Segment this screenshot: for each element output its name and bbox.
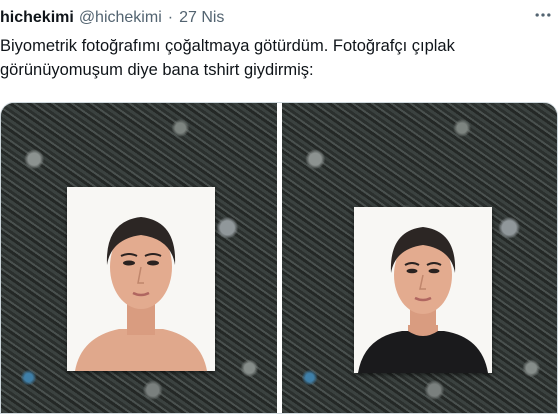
more-horizontal-icon bbox=[535, 13, 551, 17]
separator-dot: · bbox=[167, 9, 174, 26]
tweet-media-grid bbox=[0, 102, 558, 414]
more-options-button[interactable] bbox=[530, 2, 556, 28]
tweet-header: hichekimi @hichekimi · 27 Nis bbox=[0, 7, 224, 29]
tweet-text: Biyometrik fotoğrafımı çoğaltmaya götürd… bbox=[0, 37, 455, 79]
display-name[interactable]: hichekimi bbox=[0, 9, 74, 27]
media-image-left[interactable] bbox=[1, 103, 277, 413]
biometric-photo-original bbox=[67, 187, 215, 371]
media-image-right[interactable] bbox=[282, 103, 557, 413]
portrait-black-tshirt bbox=[354, 207, 492, 373]
tweet-date[interactable]: 27 Nis bbox=[179, 9, 224, 27]
portrait-bare-shoulders bbox=[67, 187, 215, 371]
user-handle[interactable]: @hichekimi bbox=[79, 9, 162, 27]
biometric-photo-copy bbox=[354, 207, 492, 373]
